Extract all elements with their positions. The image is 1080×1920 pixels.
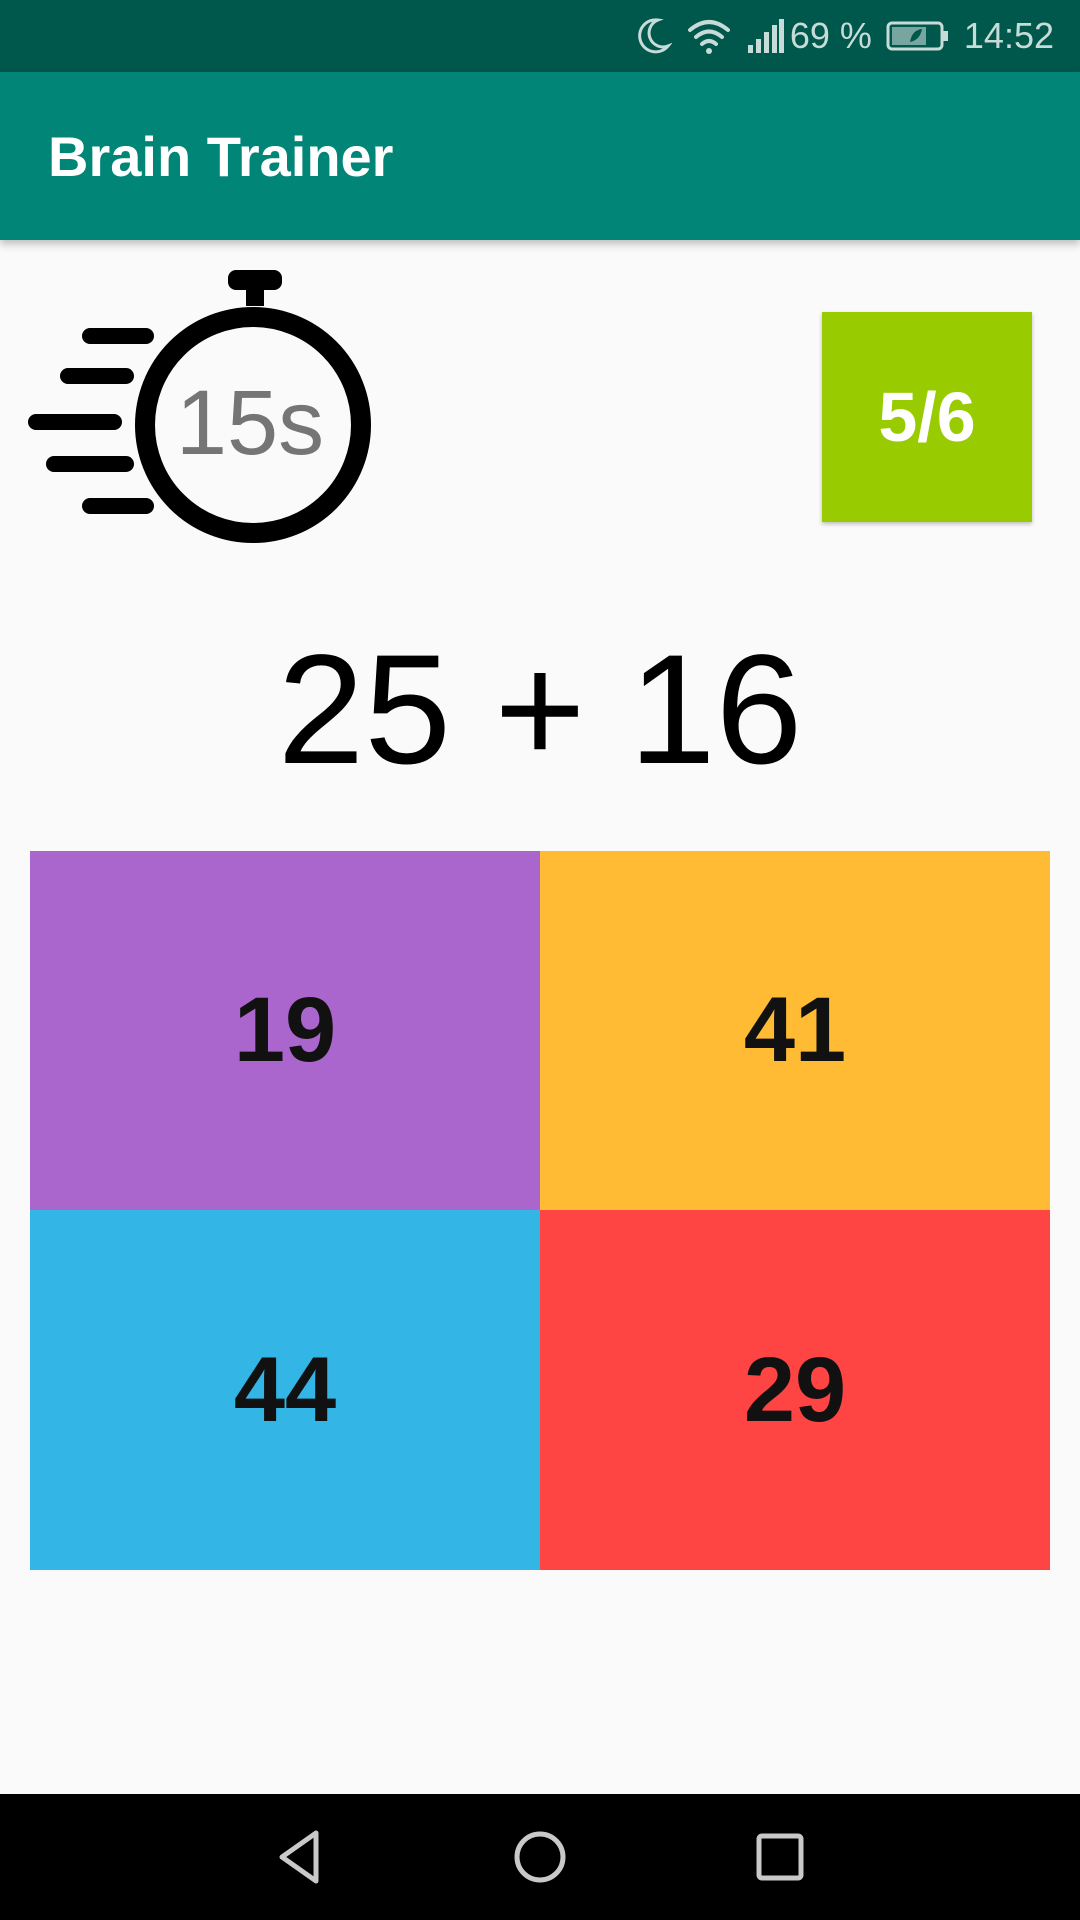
- score-label: 5/6: [878, 378, 976, 456]
- app-title: Brain Trainer: [48, 124, 394, 188]
- timer-label: 15s: [175, 372, 325, 474]
- back-icon[interactable]: [240, 1794, 360, 1920]
- home-icon[interactable]: [480, 1794, 600, 1920]
- signal-icon: [746, 19, 784, 53]
- answer-grid: 19 41 44 29: [30, 851, 1050, 1570]
- answer-button-1[interactable]: 19: [30, 851, 540, 1210]
- answer-button-3[interactable]: 44: [30, 1210, 540, 1570]
- answer-button-4[interactable]: 29: [540, 1210, 1050, 1570]
- recents-icon[interactable]: [720, 1794, 840, 1920]
- answer-button-2[interactable]: 41: [540, 851, 1050, 1210]
- battery-icon: [886, 20, 950, 52]
- question-text: 25 + 16: [277, 623, 803, 797]
- app-bar: Brain Trainer: [0, 72, 1080, 240]
- clock-time: 14:52: [963, 15, 1054, 56]
- score-badge: 5/6: [822, 312, 1032, 522]
- moon-icon: [636, 16, 672, 56]
- wifi-icon: [686, 16, 732, 56]
- navigation-bar: [0, 1794, 1080, 1920]
- battery-percent: 69 %: [789, 15, 872, 56]
- status-bar: 69 % 14:52: [0, 0, 1080, 72]
